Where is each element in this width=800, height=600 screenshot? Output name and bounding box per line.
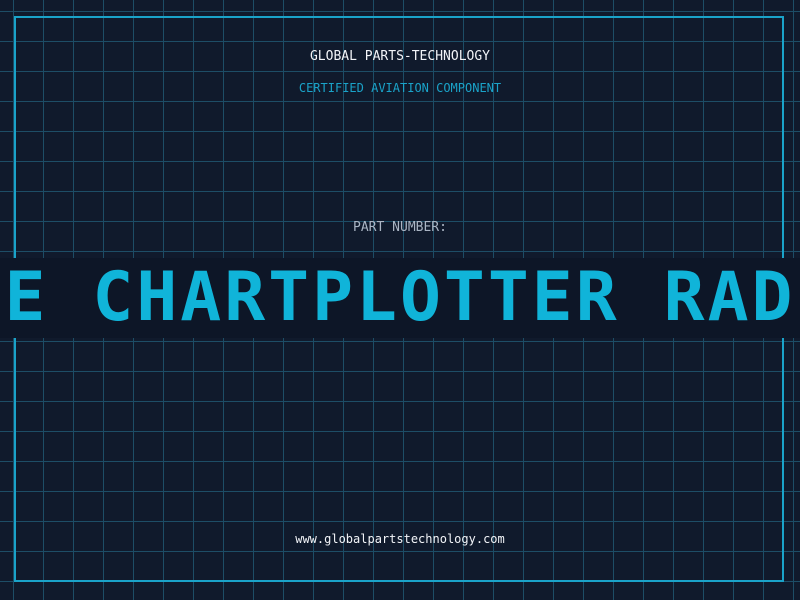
certification-subtitle: CERTIFIED AVIATION COMPONENT xyxy=(298,81,502,95)
company-name: GLOBAL PARTS-TECHNOLOGY xyxy=(309,49,490,64)
website-url: www.globalpartstechnology.com xyxy=(295,532,505,546)
part-number-value: E CHARTPLOTTER RAD xyxy=(4,258,796,337)
part-number-banner: E CHARTPLOTTER RAD xyxy=(0,258,800,338)
page: { "header": { "company": "GLOBAL PARTS-T… xyxy=(0,0,800,600)
part-number-label: PART NUMBER: xyxy=(353,220,447,235)
